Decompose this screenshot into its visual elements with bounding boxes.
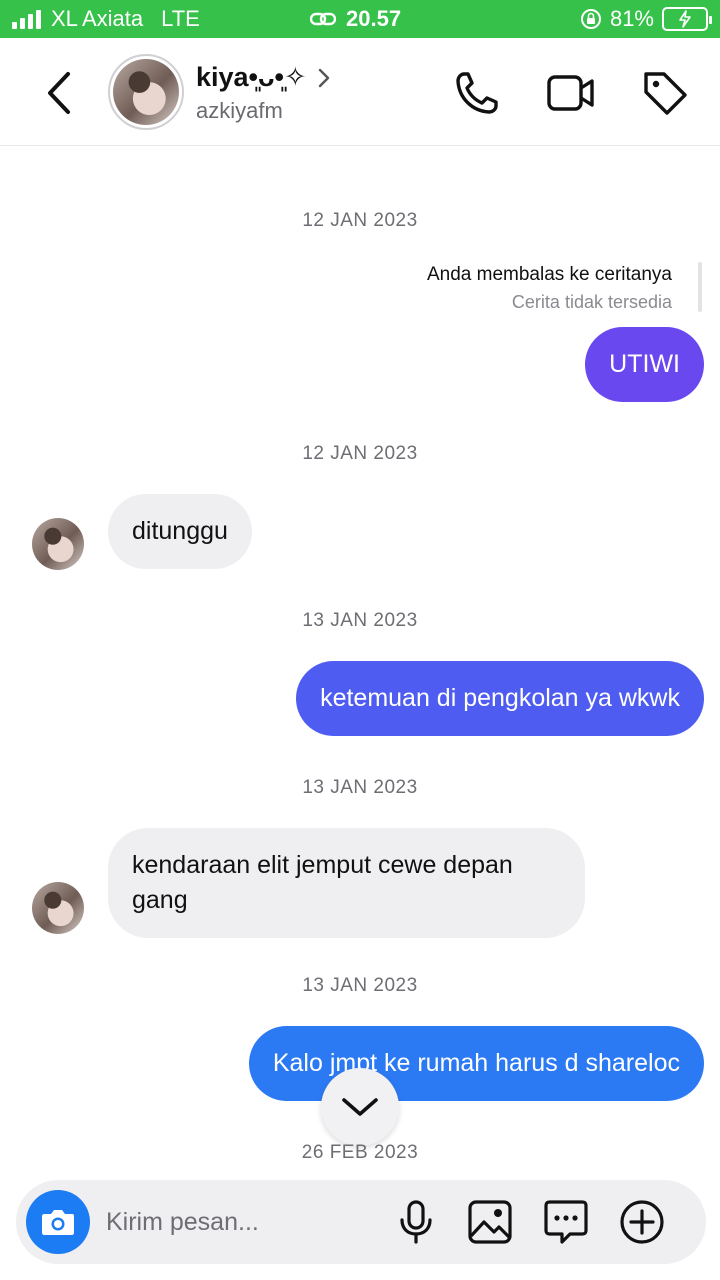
date-separator: 12 JAN 2023 [302,210,418,231]
rotation-lock-icon [580,9,601,29]
status-left: XL Axiata LTE [12,6,200,32]
date-separator: 13 JAN 2023 [302,975,418,996]
profile-name: kiya•͈ᴗ•͈✧ [196,62,307,92]
avatar-image [113,59,179,125]
plus-circle-icon[interactable] [618,1198,666,1246]
date-separator: 13 JAN 2023 [302,610,418,631]
message-bubble-outgoing[interactable]: Kalo jmpt ke rumah harus d shareloc [248,1026,704,1101]
story-reply-subtitle: Cerita tidak tersedia [511,292,672,312]
carrier-label: XL Axiata [51,6,144,31]
profile-username: azkiyafm [196,98,283,123]
battery-icon [662,7,712,31]
status-bar: XL Axiata LTE 20.57 81% [0,0,720,38]
date-separator: 13 JAN 2023 [302,777,418,798]
message-composer [16,1180,706,1264]
clock: 20.57 [346,6,402,31]
scroll-to-bottom-button[interactable] [321,1068,399,1146]
mic-icon[interactable] [392,1198,440,1246]
battery-percent: 81% [609,6,654,31]
network-label: LTE [161,6,200,31]
camera-icon [42,1210,74,1235]
date-separator: 12 JAN 2023 [302,443,418,464]
story-reply-title: Anda membalas ke ceritanya [426,264,672,285]
phone-icon[interactable] [452,68,502,118]
story-reply-note: Anda membalas ke ceritanya Cerita tidak … [427,264,672,313]
status-center: 20.57 [310,6,401,32]
message-bubble-incoming[interactable]: ditunggu [108,494,252,569]
sticker-chat-icon[interactable] [542,1198,590,1246]
profile-name-row[interactable]: kiya•͈ᴗ•͈✧ [196,62,331,93]
sender-avatar[interactable] [32,518,84,570]
message-bubble-outgoing[interactable]: ketemuan di pengkolan ya wkwk [296,661,704,736]
signal-icon [12,9,41,29]
back-chevron-icon[interactable] [40,70,80,116]
chevron-right-icon [318,68,329,87]
status-right: 81% [580,6,712,32]
message-input[interactable] [106,1204,376,1240]
link-icon [310,12,336,26]
tag-icon[interactable] [640,68,690,118]
video-icon[interactable] [546,68,596,118]
gallery-icon[interactable] [466,1198,514,1246]
sender-avatar[interactable] [32,882,84,934]
message-bubble-outgoing[interactable]: UTIWI [585,327,704,402]
chevron-down-icon [342,1098,378,1116]
camera-button[interactable] [26,1190,90,1254]
message-bubble-incoming[interactable]: kendaraan elit jemput cewe depan gang [108,828,585,938]
story-reply-indicator [698,262,702,312]
chat-header: kiya•͈ᴗ•͈✧ azkiyafm [0,38,720,146]
date-separator: 26 FEB 2023 [301,1142,419,1163]
profile-avatar[interactable] [108,54,184,130]
